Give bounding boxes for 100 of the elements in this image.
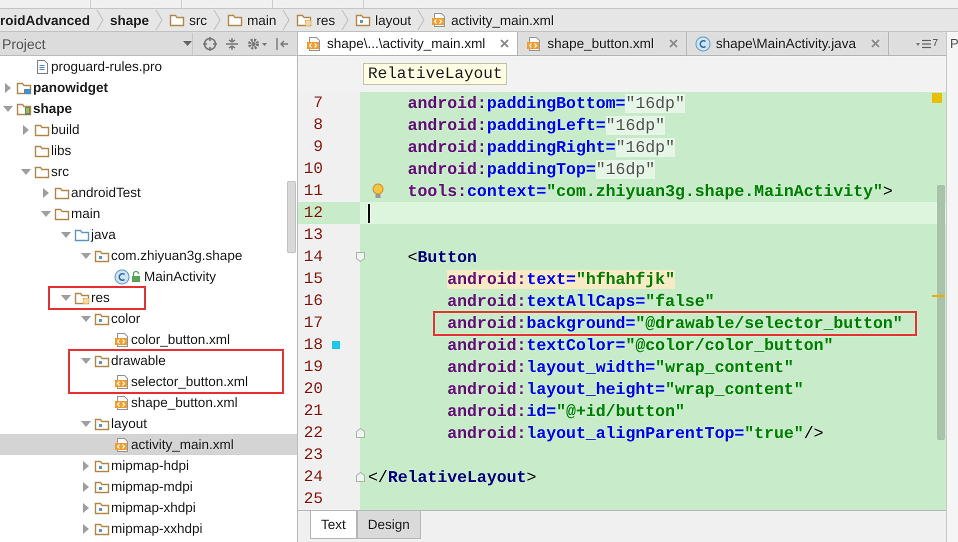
tree-item[interactable]: activity_main.xml [0, 434, 297, 455]
folder-icon [74, 228, 90, 242]
close-icon[interactable] [500, 39, 510, 48]
hide-panel-icon[interactable] [275, 36, 289, 50]
tree-item[interactable]: androidTest [0, 182, 297, 203]
tree-item[interactable]: layout [0, 413, 297, 434]
target-icon[interactable] [203, 36, 217, 50]
folder-icon [169, 13, 186, 27]
text-cursor [368, 204, 370, 222]
tree-item[interactable]: com.zhiyuan3g.shape [0, 245, 297, 266]
folder-icon [227, 13, 244, 27]
code-line: android:paddingLeft="16dp" [408, 116, 666, 134]
resource-folder-icon [74, 290, 90, 304]
tree-item[interactable]: proguard-rules.pro [0, 56, 297, 77]
code-line: android:layout_width="wrap_content" [447, 358, 794, 376]
text-file-icon [34, 58, 50, 74]
package-folder-icon [94, 354, 110, 368]
close-icon[interactable] [870, 39, 880, 48]
code-line: android:layout_alignParentTop="true"/> [447, 424, 824, 442]
breadcrumb-item[interactable]: main [221, 9, 282, 31]
breadcrumb-item[interactable]: src [163, 9, 214, 31]
package-folder-icon [94, 500, 110, 514]
tree-item[interactable]: res [0, 287, 297, 308]
hidden-tabs-button[interactable]: 7 [916, 32, 946, 55]
line-number: 8 [313, 116, 323, 134]
resource-folder-icon [296, 13, 312, 27]
line-number: 24 [304, 468, 323, 486]
code-line: <Button [408, 248, 477, 266]
code-line: android:layout_height="wrap_content" [447, 380, 804, 398]
line-number: 11 [304, 182, 323, 200]
editor-mode-tab[interactable]: Design [356, 511, 421, 539]
tree-item[interactable]: libs [0, 140, 297, 161]
list-icon [916, 38, 932, 48]
tree-item[interactable]: mipmap-xhdpi [0, 497, 297, 518]
folder-icon [54, 186, 70, 200]
xml-file-icon [114, 374, 130, 390]
collapse-all-icon[interactable] [225, 36, 239, 50]
package-folder-icon [94, 458, 110, 472]
lightbulb-icon [372, 183, 384, 199]
tooltip: RelativeLayout [363, 63, 508, 85]
breadcrumb-item[interactable]: roidAdvanced [0, 9, 96, 31]
code-line: android:paddingTop="16dp" [408, 160, 656, 178]
close-icon[interactable] [668, 39, 678, 48]
breadcrumb-item[interactable]: res [290, 9, 342, 31]
tree-item[interactable]: build [0, 119, 297, 140]
line-number: 25 [304, 490, 323, 508]
package-folder-icon [355, 13, 372, 27]
settings-icon[interactable] [247, 36, 267, 50]
scrollbar-thumb[interactable] [937, 185, 945, 440]
tree-item[interactable]: mipmap-mdpi [0, 476, 297, 497]
xml-file-icon [526, 36, 542, 52]
module-folder-icon [16, 80, 32, 94]
package-folder-icon [94, 248, 110, 262]
folder-icon [54, 206, 70, 220]
code-line: android:paddingBottom="16dp" [408, 94, 685, 112]
folder-icon [34, 164, 50, 178]
line-number: 15 [304, 270, 323, 288]
xml-file-icon [306, 36, 322, 52]
line-number: 7 [313, 94, 323, 112]
tree-item[interactable]: java [0, 224, 297, 245]
line-number: 9 [313, 138, 323, 156]
editor-mode-tab[interactable]: Text [310, 511, 357, 539]
line-number: 17 [304, 314, 323, 332]
package-folder-icon [94, 480, 110, 494]
tree-item[interactable]: selector_button.xml [0, 371, 297, 392]
line-number: 10 [304, 160, 323, 178]
xml-file-icon [114, 332, 130, 348]
breadcrumb-item[interactable]: activity_main.xml [425, 9, 560, 31]
line-number: 23 [304, 446, 323, 464]
line-number: 21 [304, 402, 323, 420]
tree-item[interactable]: drawable [0, 350, 297, 371]
line-number: 12 [304, 204, 323, 222]
tree-item[interactable]: shape_button.xml [0, 392, 297, 413]
tree-item[interactable]: color [0, 308, 297, 329]
line-number: 13 [304, 226, 323, 244]
tree-item[interactable]: panowidget [0, 77, 297, 98]
tree-item[interactable]: mipmap-hdpi [0, 455, 297, 476]
breadcrumb-item[interactable]: layout [349, 9, 418, 31]
breadcrumb-item[interactable]: shape [104, 9, 156, 31]
tree-item[interactable]: src [0, 161, 297, 182]
line-number: 22 [304, 424, 323, 442]
package-folder-icon [94, 522, 110, 536]
tree-item[interactable]: MainActivity [0, 266, 297, 287]
class-icon [694, 36, 711, 52]
line-number: 16 [304, 292, 323, 310]
scrollbar-thumb[interactable] [287, 181, 296, 253]
editor-tab[interactable]: shape\...\activity_main.xml [298, 32, 518, 55]
code-line: </RelativeLayout> [368, 468, 536, 486]
dropdown-arrow-icon [183, 41, 192, 46]
line-number: 20 [304, 380, 323, 398]
class-icon [114, 268, 130, 284]
xml-file-icon [114, 436, 130, 452]
tree-item[interactable]: mipmap-xxhdpi [0, 518, 297, 539]
xml-file-icon [431, 12, 448, 28]
module-folder-icon [16, 102, 32, 116]
tree-item[interactable]: shape [0, 98, 297, 119]
line-number: 18 [304, 336, 323, 354]
tree-item[interactable]: main [0, 203, 297, 224]
tool-window-tab[interactable]: P [950, 36, 958, 51]
tree-item[interactable]: color_button.xml [0, 329, 297, 350]
